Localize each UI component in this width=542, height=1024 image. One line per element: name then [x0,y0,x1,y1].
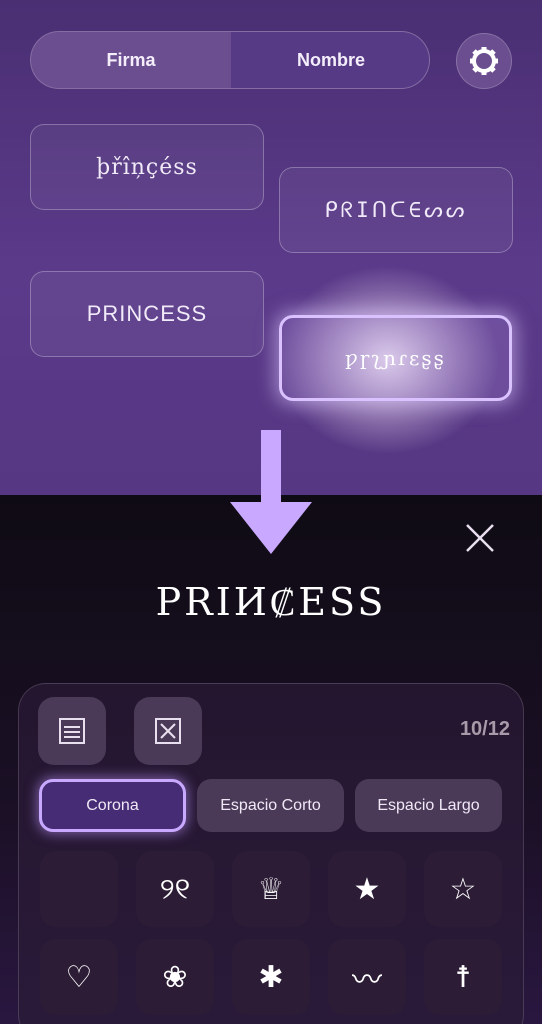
clear-button[interactable] [134,697,202,765]
symbol-key[interactable]: ★ [328,851,406,927]
symbol-key[interactable]: ❀ [136,939,214,1015]
style-card-2[interactable]: ᑭᖇIᑎᑕ∈ᔕᔕ [279,167,513,253]
close-button[interactable] [462,520,498,556]
symbol-key[interactable]: ♕ [232,851,310,927]
symbol-key[interactable]: ♡ [40,939,118,1015]
style-selector-area: Firma Nombre þřîņçéss ᑭᖇIᑎᑕ∈ᔕᔕ PRINCESS … [0,0,542,495]
text-edit-button[interactable] [38,697,106,765]
category-corona[interactable]: Corona [39,779,186,832]
category-espacio-largo[interactable]: Espacio Largo [355,779,502,832]
symbol-key[interactable]: ୨୧ [136,851,214,927]
character-counter: 10/12 [459,718,510,740]
symbol-key[interactable]: ☆ [424,851,502,927]
gear-icon [470,47,498,75]
settings-button[interactable] [456,33,512,89]
symbol-key[interactable]: 〰 [328,939,406,1015]
symbol-key[interactable]: ✱ [232,939,310,1015]
toggle-firma[interactable]: Firma [31,32,231,88]
style-card-3[interactable]: PRINCESS [30,271,264,357]
document-icon [59,718,85,744]
symbol-key[interactable] [40,851,118,927]
style-card-1[interactable]: þřîņçéss [30,124,264,210]
symbol-key[interactable]: ☨ [424,939,502,1015]
style-card-4-selected[interactable]: ƿɼʅɲɾεʂʂ [279,315,512,401]
close-icon [466,524,494,552]
category-espacio-corto[interactable]: Espacio Corto [197,779,344,832]
mode-toggle[interactable]: Firma Nombre [30,31,430,89]
arrow-down-icon [230,430,312,554]
box-x-icon [155,718,181,744]
toggle-nombre[interactable]: Nombre [231,32,429,88]
result-name: PRIИ₡ESS [155,580,387,624]
